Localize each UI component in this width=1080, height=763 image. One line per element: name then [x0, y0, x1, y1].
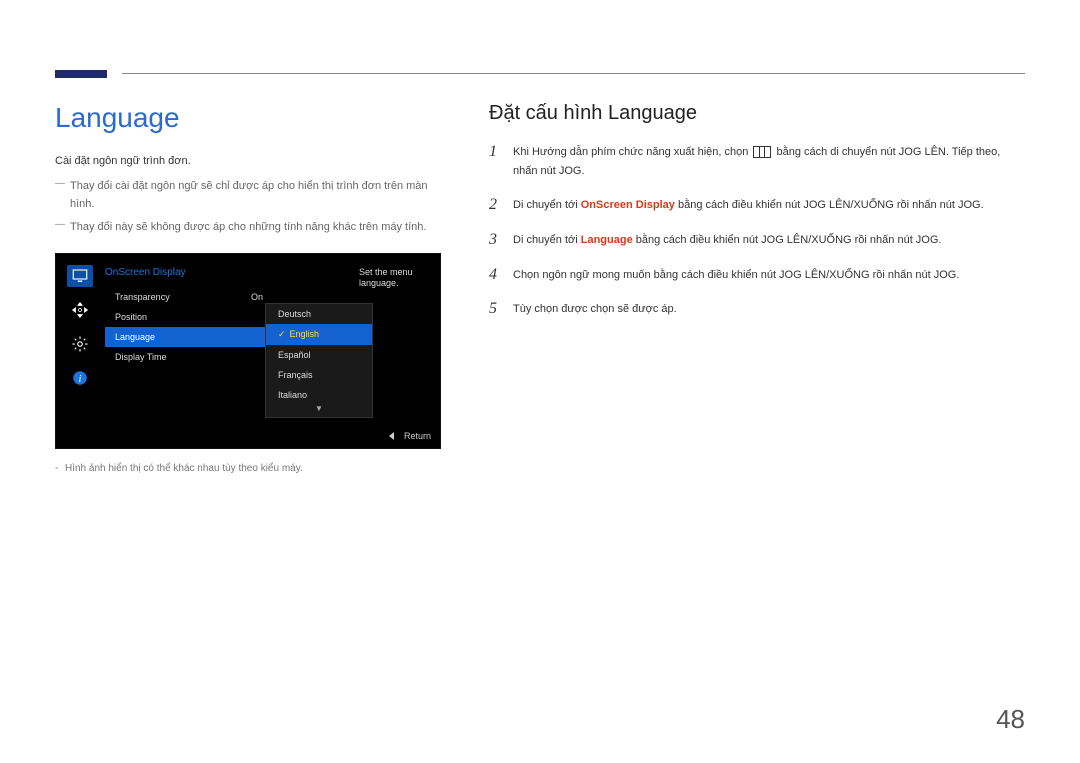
osd-menu-item: Transparency On	[105, 287, 273, 307]
step-number: 5	[489, 300, 513, 318]
osd-title: OnScreen Display	[105, 267, 186, 278]
step-number: 3	[489, 231, 513, 249]
section-heading-language: Language	[55, 102, 441, 134]
step-5: 5 Tùy chọn được chọn sẽ được áp.	[489, 300, 1025, 319]
step-text: Khi Hướng dẫn phím chức năng xuất hiện, …	[513, 143, 1025, 180]
top-rule	[122, 73, 1025, 74]
osd-menu-label: Position	[115, 312, 147, 322]
osd-sidebar: i	[63, 265, 97, 389]
osd-option-selected: English	[266, 324, 372, 345]
intro-text: Cài đặt ngôn ngữ trình đơn.	[55, 152, 441, 171]
step-text: Di chuyển tới Language bằng cách điều kh…	[513, 231, 941, 250]
osd-footer: Return	[389, 431, 431, 441]
step-3: 3 Di chuyển tới Language bằng cách điều …	[489, 231, 1025, 250]
chevron-down-icon: ▼	[266, 405, 372, 413]
step-text: Di chuyển tới OnScreen Display bằng cách…	[513, 196, 984, 215]
osd-option: Deutsch	[266, 304, 372, 324]
note-2: Thay đổi này sẽ không được áp cho những …	[55, 218, 441, 237]
osd-menu-item: Display Time	[105, 347, 273, 367]
step-number: 4	[489, 266, 513, 284]
info-icon: i	[67, 367, 93, 389]
step-number: 1	[489, 143, 513, 161]
osd-option: Français	[266, 365, 372, 385]
osd-help-text: Set the menu language.	[359, 267, 431, 290]
osd-menu: Transparency On Position Language Displa…	[105, 287, 273, 367]
osd-menu-value: On	[251, 292, 263, 302]
step-2: 2 Di chuyển tới OnScreen Display bằng cá…	[489, 196, 1025, 215]
highlight-onscreen-display: OnScreen Display	[581, 199, 675, 211]
triangle-left-icon	[389, 432, 394, 440]
highlight-language: Language	[581, 234, 633, 246]
osd-language-popup: Deutsch English Español Français Italian…	[265, 303, 373, 418]
nav-arrows-icon	[67, 299, 93, 321]
note-1: Thay đổi cài đặt ngôn ngữ sẽ chỉ được áp…	[55, 177, 441, 214]
menu-icon	[753, 146, 771, 158]
osd-screenshot: OnScreen Display	[55, 253, 441, 449]
osd-menu-label: Transparency	[115, 292, 170, 302]
image-disclaimer: Hình ảnh hiển thị có thể khác nhau tùy t…	[55, 463, 441, 474]
monitor-icon	[67, 265, 93, 287]
osd-return-label: Return	[404, 431, 431, 441]
step-1: 1 Khi Hướng dẫn phím chức năng xuất hiện…	[489, 143, 1025, 180]
osd-menu-item-selected: Language	[105, 327, 273, 347]
top-bar	[55, 50, 1025, 74]
page-number: 48	[996, 704, 1025, 735]
step-text: Tùy chọn được chọn sẽ được áp.	[513, 300, 677, 319]
step-text: Chọn ngôn ngữ mong muốn bằng cách điều k…	[513, 266, 959, 285]
osd-option: Español	[266, 345, 372, 365]
osd-option: Italiano	[266, 385, 372, 405]
gear-icon	[67, 333, 93, 355]
osd-menu-item: Position	[105, 307, 273, 327]
osd-menu-label: Language	[115, 332, 155, 342]
step-number: 2	[489, 196, 513, 214]
chapter-marker	[55, 70, 107, 78]
svg-text:i: i	[79, 374, 82, 385]
section-heading-config: Đặt cấu hình Language	[489, 102, 1025, 125]
step-4: 4 Chọn ngôn ngữ mong muốn bằng cách điều…	[489, 266, 1025, 285]
osd-menu-label: Display Time	[115, 352, 167, 362]
